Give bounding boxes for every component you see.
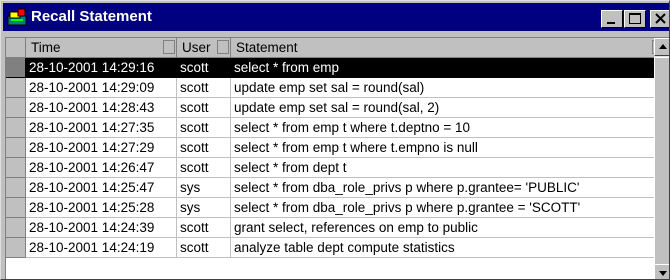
statement-grid: Time User Statement 28-10-2001 14:29:16 s…	[5, 37, 669, 279]
cell-user[interactable]: sys	[177, 178, 231, 198]
row-selector[interactable]	[6, 138, 26, 158]
minimize-icon	[607, 22, 615, 24]
cell-user[interactable]: scott	[177, 78, 231, 98]
vertical-scrollbar[interactable]	[654, 38, 669, 279]
table-row[interactable]: 28-10-2001 14:24:39 scott grant select, re…	[6, 218, 666, 238]
row-selector[interactable]	[6, 98, 26, 118]
title-bar[interactable]: Recall Statement	[3, 3, 669, 31]
close-icon	[655, 13, 666, 24]
table-row[interactable]: 28-10-2001 14:28:43 scott update emp set s…	[6, 98, 666, 118]
app-icon	[7, 8, 27, 26]
minimize-button[interactable]	[601, 10, 623, 28]
cell-user[interactable]: sys	[177, 198, 231, 218]
cell-time[interactable]: 28-10-2001 14:29:16	[26, 58, 177, 78]
cell-time[interactable]: 28-10-2001 14:26:47	[26, 158, 177, 178]
table-row[interactable]: 28-10-2001 14:27:29 scott select * from em…	[6, 138, 666, 158]
cell-user[interactable]: scott	[177, 158, 231, 178]
cell-statement[interactable]: analyze table dept compute statistics	[231, 238, 666, 258]
row-selector[interactable]	[6, 198, 26, 218]
table-row[interactable]: 28-10-2001 14:27:35 scott select * from em…	[6, 118, 666, 138]
column-header-time[interactable]: Time	[26, 38, 177, 58]
row-selector[interactable]	[6, 118, 26, 138]
maximize-icon	[629, 13, 641, 24]
table-row[interactable]: 28-10-2001 14:25:47 sys select * from dba_…	[6, 178, 666, 198]
row-selector[interactable]	[6, 158, 26, 178]
table-row[interactable]: 28-10-2001 14:26:47 scott select * from de…	[6, 158, 666, 178]
scroll-down-button[interactable]	[654, 264, 669, 279]
cell-statement[interactable]: update emp set sal = round(sal)	[231, 78, 666, 98]
cell-time[interactable]: 28-10-2001 14:27:29	[26, 138, 177, 158]
table-row[interactable]: 28-10-2001 14:29:09 scott update emp set s…	[6, 78, 666, 98]
recall-statement-window: Recall Statement Time User Statement 28-…	[0, 0, 670, 280]
cell-user[interactable]: scott	[177, 138, 231, 158]
window-title: Recall Statement	[31, 8, 152, 25]
column-header-statement-label: Statement	[236, 40, 298, 55]
cell-time[interactable]: 28-10-2001 14:25:28	[26, 198, 177, 218]
row-selector[interactable]	[6, 78, 26, 98]
cell-time[interactable]: 28-10-2001 14:24:39	[26, 218, 177, 238]
cell-statement[interactable]: select * from dept t	[231, 158, 666, 178]
cell-time[interactable]: 28-10-2001 14:29:09	[26, 78, 177, 98]
column-header-time-label: Time	[31, 40, 61, 55]
header-selector-cell	[6, 38, 26, 58]
row-selector[interactable]	[6, 58, 26, 78]
close-button[interactable]	[650, 10, 669, 28]
cell-statement[interactable]: select * from dba_role_privs p where p.g…	[231, 178, 666, 198]
cell-user[interactable]: scott	[177, 118, 231, 138]
down-arrow-icon	[659, 271, 667, 276]
cell-time[interactable]: 28-10-2001 14:24:19	[26, 238, 177, 258]
cell-statement[interactable]: select * from emp t where t.empno is nul…	[231, 138, 666, 158]
cell-statement[interactable]: select * from emp t where t.deptno = 10	[231, 118, 666, 138]
sort-box[interactable]	[163, 40, 175, 54]
row-selector[interactable]	[6, 178, 26, 198]
row-selector[interactable]	[6, 218, 26, 238]
cell-user[interactable]: scott	[177, 98, 231, 118]
cell-user[interactable]: scott	[177, 238, 231, 258]
cell-user[interactable]: scott	[177, 218, 231, 238]
table-row[interactable]: 28-10-2001 14:25:28 sys select * from dba_…	[6, 198, 666, 218]
cell-time[interactable]: 28-10-2001 14:25:47	[26, 178, 177, 198]
cell-statement[interactable]: select * from emp	[231, 58, 666, 78]
cell-statement[interactable]: update emp set sal = round(sal, 2)	[231, 98, 666, 118]
column-header-user[interactable]: User	[177, 38, 231, 58]
maximize-button[interactable]	[624, 10, 646, 28]
column-header-statement[interactable]: Statement	[231, 38, 666, 58]
sort-box[interactable]	[217, 40, 229, 54]
cell-statement[interactable]: grant select, references on emp to publi…	[231, 218, 666, 238]
table-row[interactable]: 28-10-2001 14:29:16 scott select * from em…	[6, 58, 666, 78]
scroll-thumb[interactable]	[654, 57, 669, 269]
up-arrow-icon	[659, 44, 667, 49]
scroll-up-button[interactable]	[654, 38, 669, 56]
row-selector[interactable]	[6, 238, 26, 258]
table-row[interactable]: 28-10-2001 14:24:19 scott analyze table de…	[6, 238, 666, 258]
grid-header: Time User Statement	[6, 38, 666, 58]
column-header-user-label: User	[182, 40, 211, 55]
cell-user[interactable]: scott	[177, 58, 231, 78]
cell-time[interactable]: 28-10-2001 14:28:43	[26, 98, 177, 118]
cell-time[interactable]: 28-10-2001 14:27:35	[26, 118, 177, 138]
cell-statement[interactable]: select * from dba_role_privs p where p.g…	[231, 198, 666, 218]
